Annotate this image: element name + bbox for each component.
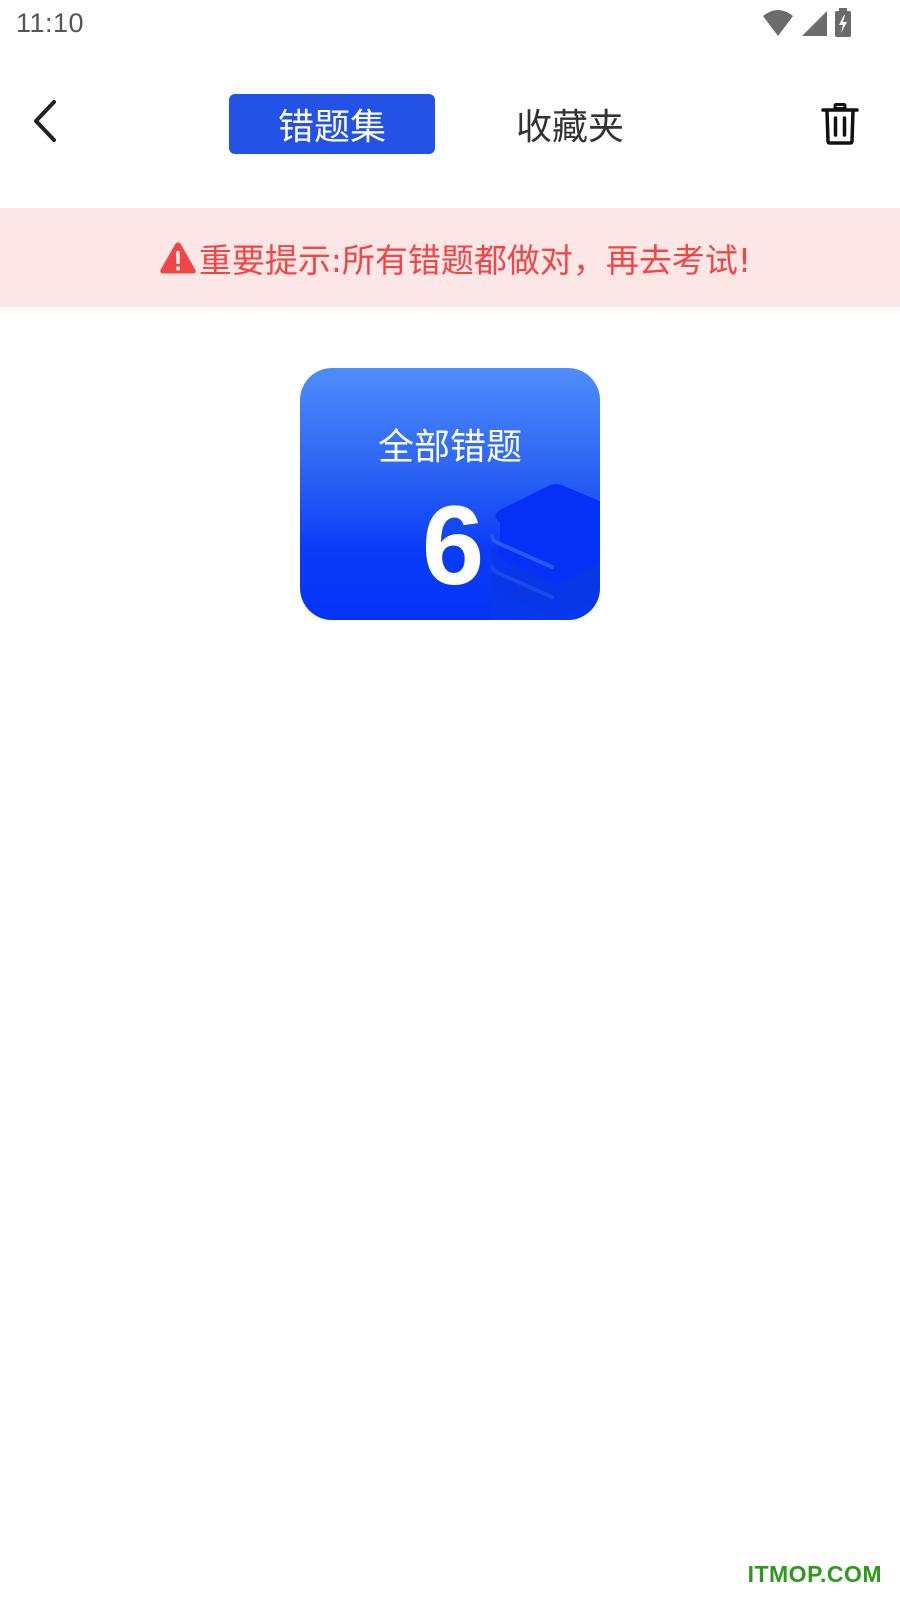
notice-content: 重要提示:所有错题都做对，再去考试!: [159, 234, 751, 282]
trash-button[interactable]: [814, 98, 866, 150]
status-bar: 11:10: [0, 0, 900, 50]
tab-wrong-questions[interactable]: 错题集: [229, 94, 435, 154]
card-title: 全部错题: [377, 427, 522, 468]
card-count: 6: [421, 483, 485, 608]
chevron-left-icon: [34, 100, 56, 142]
battery-charging-icon: [835, 8, 851, 37]
wifi-icon: [763, 10, 793, 36]
all-wrong-questions-card[interactable]: 全部错题 6: [300, 368, 600, 620]
top-nav: 错题集 收藏夹: [0, 80, 900, 172]
trash-icon: [821, 103, 859, 145]
watermark: ITMOP.COM: [747, 1561, 882, 1587]
layers-icon: [490, 484, 600, 620]
screen: 11:10 错题集 收藏夹 重要提示:所有错题都做对，再去考试! 全部错题 6 …: [0, 0, 900, 1600]
warning-triangle-icon: [160, 242, 196, 273]
status-icons: [762, 8, 852, 38]
notice-banner: 重要提示:所有错题都做对，再去考试!: [0, 208, 900, 307]
tab-favorites[interactable]: 收藏夹: [480, 94, 660, 154]
status-time: 11:10: [16, 8, 85, 38]
back-button[interactable]: [18, 94, 72, 148]
notice-text: 重要提示:所有错题都做对，再去考试!: [198, 240, 752, 280]
signal-icon: [802, 11, 827, 36]
